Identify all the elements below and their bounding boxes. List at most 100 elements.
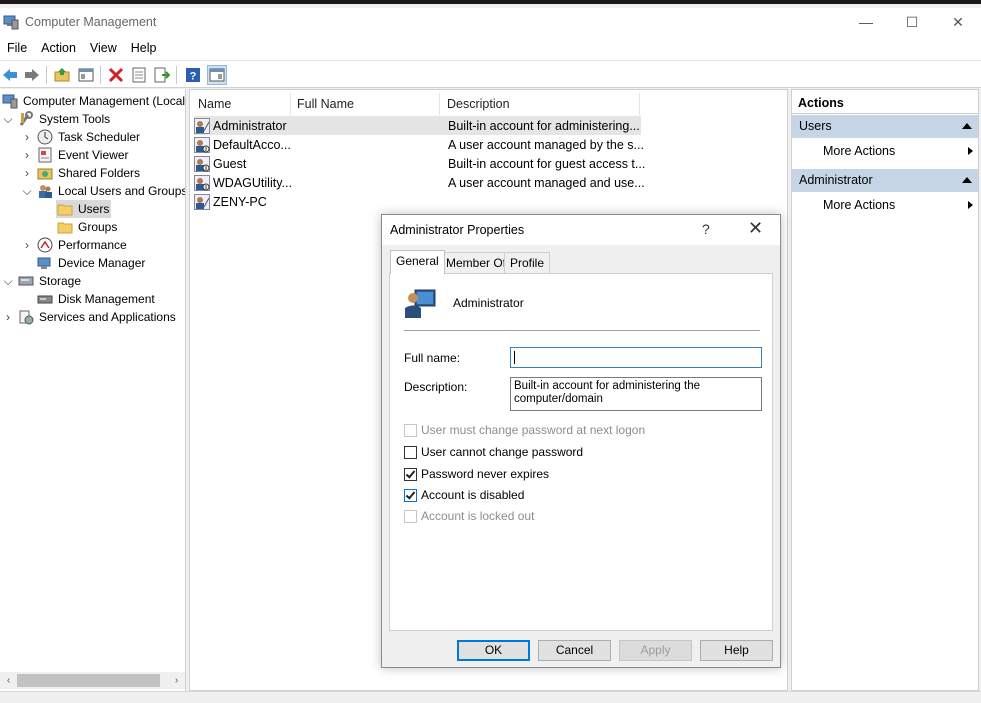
account-disabled-checkbox[interactable]: Account is disabled bbox=[404, 487, 524, 503]
export-list-icon[interactable] bbox=[152, 65, 172, 85]
svg-text:?: ? bbox=[190, 71, 197, 83]
help-question-icon[interactable]: ? bbox=[702, 221, 710, 237]
tab-general[interactable]: General bbox=[390, 250, 445, 274]
menu-help[interactable]: Help bbox=[124, 36, 164, 60]
checkbox[interactable] bbox=[404, 467, 417, 481]
menu-view[interactable]: View bbox=[83, 36, 124, 60]
users-groups-icon bbox=[39, 185, 52, 198]
tree-item-label: Event Viewer bbox=[58, 148, 129, 162]
dialog-close-icon[interactable]: ✕ bbox=[748, 218, 763, 239]
tree-item-label: Groups bbox=[78, 220, 118, 234]
must-change-password-checkbox[interactable]: User must change password at next logon bbox=[404, 422, 645, 438]
list-item[interactable]: ZENY-PC bbox=[194, 192, 641, 211]
apply-button[interactable]: Apply bbox=[619, 640, 692, 661]
forward-arrow-icon[interactable] bbox=[22, 65, 42, 85]
submenu-arrow-icon bbox=[968, 147, 973, 155]
checkbox[interactable] bbox=[404, 423, 417, 437]
checkbox[interactable] bbox=[404, 488, 417, 502]
tree-item-shared-folders[interactable]: › Shared Folders bbox=[22, 164, 140, 182]
actions-section-administrator[interactable]: Administrator bbox=[792, 169, 978, 192]
account-locked-out-checkbox[interactable]: Account is locked out bbox=[404, 508, 534, 524]
tab-member-of[interactable]: Member Of bbox=[440, 252, 513, 273]
cancel-button[interactable]: Cancel bbox=[538, 640, 611, 661]
text-caret bbox=[514, 351, 515, 364]
chevron-right-icon[interactable]: › bbox=[22, 130, 32, 144]
clock-icon bbox=[37, 129, 53, 145]
tree-item-services-and-applications[interactable]: › Services and Applications bbox=[3, 308, 176, 326]
ok-button[interactable]: OK bbox=[457, 640, 530, 661]
list-item[interactable]: Guest Built-in account for guest access … bbox=[194, 154, 645, 173]
help-icon[interactable]: ? bbox=[183, 65, 203, 85]
tree-item-label: Storage bbox=[39, 274, 82, 288]
tree-item-computer-management[interactable]: Computer Management (Local bbox=[2, 92, 185, 110]
chevron-down-icon[interactable]: ⌵ bbox=[22, 184, 32, 198]
password-never-expires-checkbox[interactable]: Password never expires bbox=[404, 466, 549, 482]
help-button[interactable]: Help bbox=[700, 640, 773, 661]
chevron-right-icon[interactable]: › bbox=[22, 166, 32, 180]
minimize-button[interactable]: — bbox=[843, 8, 889, 36]
device-manager-icon bbox=[37, 257, 51, 269]
scroll-left-icon[interactable]: ‹ bbox=[0, 672, 17, 689]
delete-icon[interactable] bbox=[106, 65, 126, 85]
chevron-right-icon[interactable]: › bbox=[22, 148, 32, 162]
back-arrow-icon[interactable] bbox=[0, 65, 20, 85]
show-hide-action-pane-icon[interactable] bbox=[207, 65, 227, 85]
tree-item-local-users-and-groups[interactable]: ⌵ Local Users and Groups bbox=[22, 182, 185, 200]
tree-item-performance[interactable]: › Performance bbox=[22, 236, 127, 254]
chevron-right-icon[interactable]: › bbox=[3, 310, 13, 324]
tree-item-device-manager[interactable]: Device Manager bbox=[37, 254, 145, 272]
collapse-caret-icon[interactable] bbox=[962, 177, 972, 183]
storage-icon bbox=[18, 276, 34, 286]
actions-section-label: Users bbox=[799, 119, 832, 133]
chevron-down-icon[interactable]: ⌵ bbox=[3, 274, 13, 288]
system-tools-icon bbox=[19, 111, 33, 126]
tree-item-groups[interactable]: Groups bbox=[57, 218, 117, 236]
chevron-down-icon[interactable]: ⌵ bbox=[3, 112, 13, 126]
tree-item-task-scheduler[interactable]: › Task Scheduler bbox=[22, 128, 140, 146]
list-item[interactable]: DefaultAcco... A user account managed by… bbox=[194, 135, 644, 154]
administrator-properties-dialog: Administrator Properties ? ✕ General Mem… bbox=[381, 214, 781, 668]
tree-item-event-viewer[interactable]: › Event Viewer bbox=[22, 146, 128, 164]
tree-item-disk-management[interactable]: Disk Management bbox=[37, 290, 155, 308]
column-header-full-name[interactable]: Full Name bbox=[289, 93, 440, 115]
more-actions-users[interactable]: More Actions bbox=[823, 141, 973, 161]
actions-section-users[interactable]: Users bbox=[792, 115, 978, 138]
checkmark-icon bbox=[405, 467, 416, 479]
tree-item-system-tools[interactable]: ⌵ System Tools bbox=[3, 110, 110, 128]
divider bbox=[404, 330, 760, 331]
column-header-name[interactable]: Name bbox=[190, 93, 291, 115]
list-item[interactable]: WDAGUtility... A user account managed an… bbox=[194, 173, 645, 192]
close-button[interactable]: ✕ bbox=[935, 8, 981, 36]
full-name-field[interactable] bbox=[510, 347, 762, 368]
menu-file[interactable]: File bbox=[0, 36, 34, 60]
properties-icon[interactable] bbox=[129, 65, 149, 85]
actions-pane: Actions Users More Actions Administrator… bbox=[791, 89, 979, 691]
checkbox[interactable] bbox=[404, 445, 417, 459]
tree-item-label: Services and Applications bbox=[39, 310, 176, 324]
list-item[interactable]: Administrator Built-in account for admin… bbox=[194, 116, 641, 135]
up-folder-icon[interactable] bbox=[52, 65, 72, 85]
status-bar bbox=[0, 691, 981, 703]
tree-item-storage[interactable]: ⌵ Storage bbox=[3, 272, 81, 290]
chevron-right-icon[interactable]: › bbox=[22, 238, 32, 252]
actions-title: Actions bbox=[792, 92, 978, 114]
scroll-right-icon[interactable]: › bbox=[168, 672, 185, 689]
scrollbar-thumb[interactable] bbox=[17, 674, 160, 687]
tree-horizontal-scrollbar[interactable]: ‹ › bbox=[0, 672, 185, 689]
show-hide-tree-icon[interactable] bbox=[76, 65, 96, 85]
menu-action[interactable]: Action bbox=[34, 36, 83, 60]
checkmark-icon bbox=[405, 488, 416, 500]
checkbox[interactable] bbox=[404, 509, 417, 523]
general-tab-panel: Administrator Full name: Description: Bu… bbox=[389, 273, 773, 631]
collapse-caret-icon[interactable] bbox=[962, 123, 972, 129]
tree-item-users[interactable]: Users bbox=[56, 200, 111, 218]
full-name-label: Full name: bbox=[404, 351, 461, 365]
tree-item-label: System Tools bbox=[39, 112, 111, 126]
cannot-change-password-checkbox[interactable]: User cannot change password bbox=[404, 444, 583, 460]
maximize-button[interactable]: ☐ bbox=[889, 8, 935, 36]
tab-profile[interactable]: Profile bbox=[504, 252, 551, 273]
column-header-description[interactable]: Description bbox=[439, 93, 640, 115]
description-field[interactable]: Built-in account for administering the c… bbox=[510, 377, 762, 411]
more-actions-administrator[interactable]: More Actions bbox=[823, 195, 973, 215]
window-title: Computer Management bbox=[25, 15, 157, 29]
